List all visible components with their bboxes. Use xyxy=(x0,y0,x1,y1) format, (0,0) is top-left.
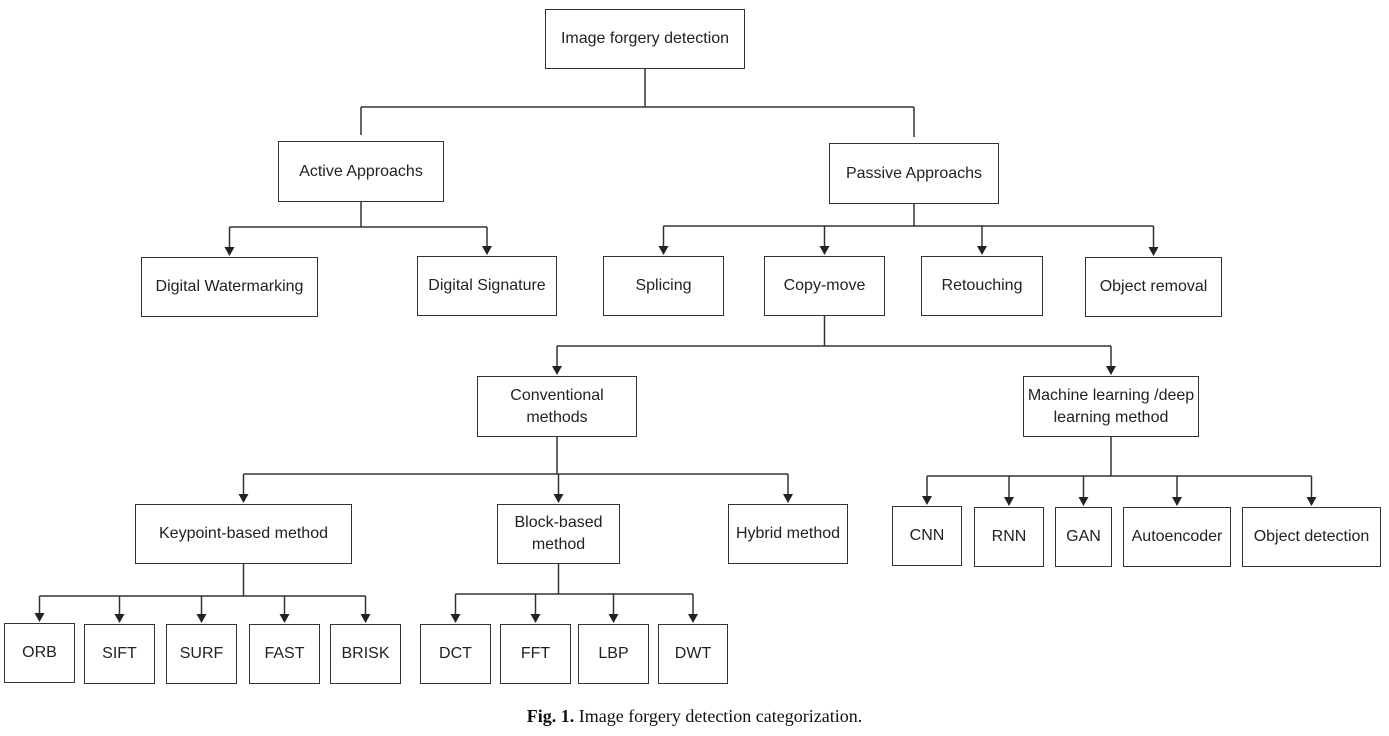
arrowhead-cnn xyxy=(922,496,932,505)
figure-caption: Fig. 1. Image forgery detection categori… xyxy=(0,706,1389,727)
node-block-based-method: Block-based method xyxy=(497,504,620,564)
node-hybrid-method: Hybrid method xyxy=(728,504,848,564)
arrowhead-dwt xyxy=(688,614,698,623)
arrowhead-rnn xyxy=(1004,497,1014,506)
arrowhead-objdetection xyxy=(1306,497,1317,506)
node-copy-move: Copy-move xyxy=(764,256,885,316)
arrowhead-objremoval xyxy=(1148,247,1159,256)
node-object-removal: Object removal xyxy=(1085,257,1222,317)
node-brisk: BRISK xyxy=(330,624,401,684)
arrowhead-orb xyxy=(34,613,45,622)
node-dct: DCT xyxy=(420,624,491,684)
node-machine-learning-deep-learning-method: Machine learning /deep learning method xyxy=(1023,376,1199,437)
node-fast: FAST xyxy=(249,624,320,684)
arrowhead-brisk xyxy=(360,614,371,623)
node-passive-approachs: Passive Approachs xyxy=(829,143,999,204)
caption-prefix: Fig. 1. xyxy=(526,706,575,726)
arrowhead-watermark xyxy=(224,247,235,256)
arrowhead-sift xyxy=(114,614,125,623)
arrowhead-lbp xyxy=(608,614,619,623)
arrowhead-surf xyxy=(196,614,207,623)
arrowhead-mldl xyxy=(1106,366,1116,375)
node-orb: ORB xyxy=(4,623,75,683)
node-sift: SIFT xyxy=(84,624,155,684)
node-autoencoder: Autoencoder xyxy=(1123,507,1231,567)
connector-lines xyxy=(34,69,1317,623)
node-lbp: LBP xyxy=(578,624,649,684)
node-splicing: Splicing xyxy=(603,256,724,316)
arrowhead-block xyxy=(553,494,564,503)
node-dwt: DWT xyxy=(658,624,728,684)
node-gan: GAN xyxy=(1055,507,1112,567)
node-object-detection: Object detection xyxy=(1242,507,1381,567)
arrowhead-signature xyxy=(482,246,492,255)
arrowhead-gan xyxy=(1078,497,1089,506)
node-fft: FFT xyxy=(500,624,571,684)
arrowhead-conventional xyxy=(552,366,562,375)
arrowhead-copymove xyxy=(819,246,830,255)
node-digital-watermarking: Digital Watermarking xyxy=(141,257,318,317)
arrowhead-dct xyxy=(450,614,461,623)
node-retouching: Retouching xyxy=(921,256,1043,316)
arrowhead-autoencoder xyxy=(1172,497,1182,506)
arrowhead-fast xyxy=(279,614,290,623)
node-cnn: CNN xyxy=(892,506,962,566)
node-keypoint-based-method: Keypoint-based method xyxy=(135,504,352,564)
arrowhead-keypoint xyxy=(238,494,249,503)
node-surf: SURF xyxy=(166,624,237,684)
arrowhead-retouching xyxy=(977,246,987,255)
node-digital-signature: Digital Signature xyxy=(417,256,557,316)
arrowhead-fft xyxy=(530,614,541,623)
forgery-detection-tree: Image forgery detection Active Approachs P… xyxy=(0,0,1389,705)
arrowhead-splicing xyxy=(658,246,669,255)
node-conventional-methods: Conventional methods xyxy=(477,376,637,437)
node-active-approachs: Active Approachs xyxy=(278,141,444,202)
arrowhead-hybrid xyxy=(783,494,793,503)
node-rnn: RNN xyxy=(974,507,1044,567)
node-image-forgery-detection: Image forgery detection xyxy=(545,9,745,69)
caption-text: Image forgery detection categorization. xyxy=(578,706,863,726)
